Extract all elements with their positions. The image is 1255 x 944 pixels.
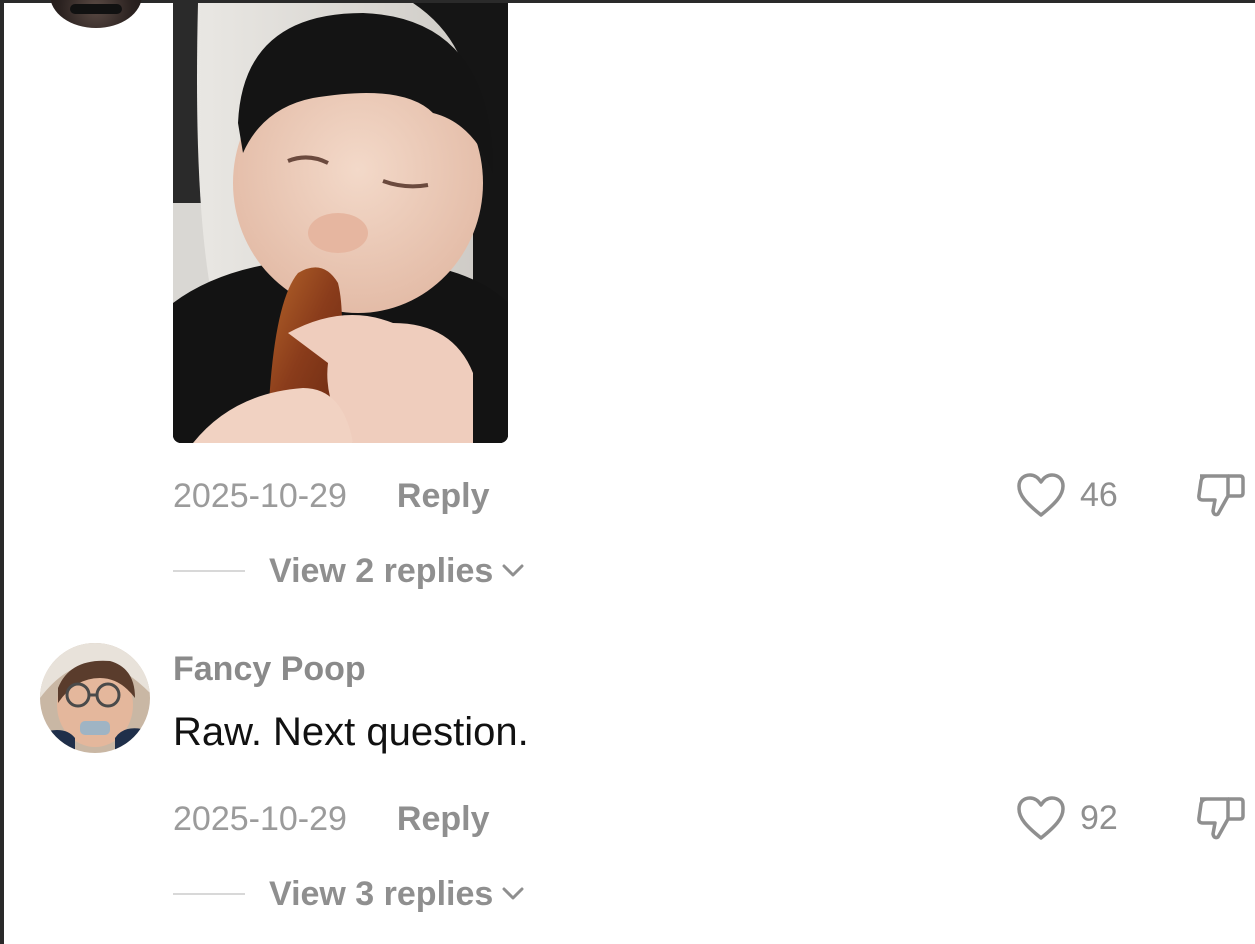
thumbs-down-icon <box>1197 797 1245 840</box>
divider <box>173 570 245 572</box>
window-left-border <box>0 0 4 944</box>
comment-username[interactable]: Fancy Poop <box>173 650 366 689</box>
comment-date: 2025-10-29 <box>173 476 347 515</box>
view-replies-button[interactable]: View 3 replies <box>173 874 525 914</box>
avatar[interactable] <box>40 643 150 753</box>
view-replies-label: View 2 replies <box>269 551 494 590</box>
comment-meta: 2025-10-29 Reply <box>173 799 490 839</box>
avatar-photo <box>40 643 150 753</box>
divider <box>173 893 245 895</box>
thumbs-down-icon <box>1197 474 1245 517</box>
dislike-button[interactable] <box>1194 793 1248 845</box>
comment-date: 2025-10-29 <box>173 799 347 838</box>
view-replies-button[interactable]: View 2 replies <box>173 551 525 591</box>
chevron-down-icon <box>502 887 524 900</box>
chevron-down-icon <box>502 564 524 577</box>
comment-meta: 2025-10-29 Reply <box>173 476 490 516</box>
like-count: 46 <box>1080 475 1118 514</box>
avatar-sunglasses <box>70 4 122 14</box>
heart-outline-icon <box>1017 473 1065 517</box>
media-photo <box>173 3 508 443</box>
dislike-button[interactable] <box>1194 470 1248 522</box>
heart-outline-icon <box>1017 796 1065 840</box>
like-button[interactable]: 92 <box>1016 793 1118 843</box>
like-count: 92 <box>1080 798 1118 837</box>
like-button[interactable]: 46 <box>1016 470 1118 520</box>
reply-button[interactable]: Reply <box>397 477 490 516</box>
reply-button[interactable]: Reply <box>397 800 490 839</box>
comment-text: Raw. Next question. <box>173 710 529 754</box>
comment-media-image[interactable] <box>173 3 508 443</box>
view-replies-label: View 3 replies <box>269 874 494 913</box>
avatar[interactable] <box>50 0 142 28</box>
